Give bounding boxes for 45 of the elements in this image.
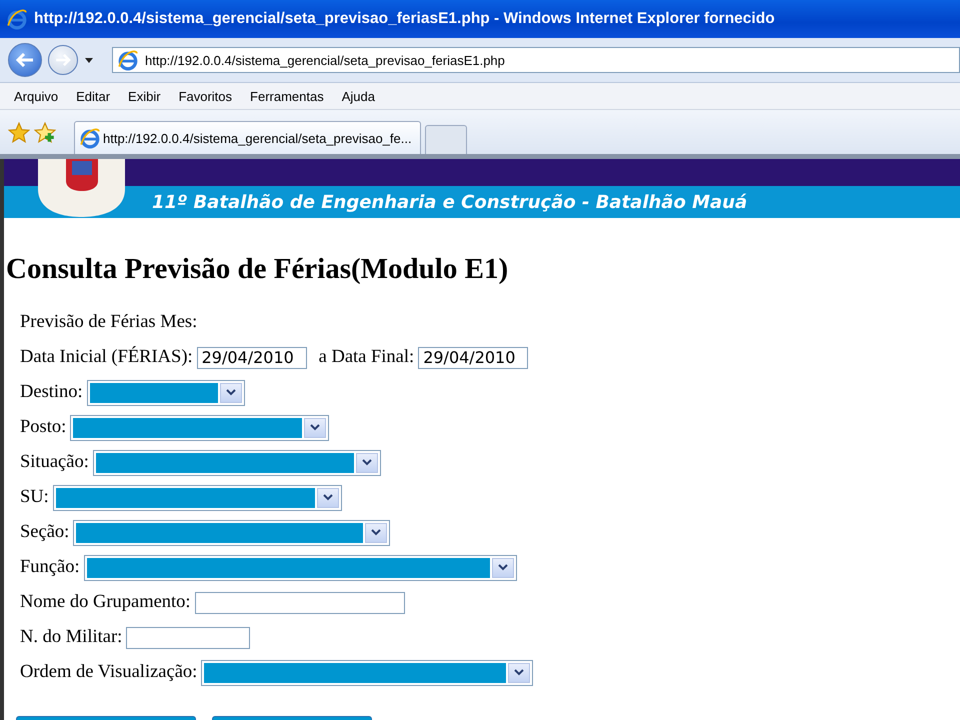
chevron-down-icon[interactable] [371,528,382,536]
chevron-down-icon[interactable] [226,388,236,396]
field-label: Ordem de Visualização: [20,662,198,683]
field-label: SU: [20,487,49,508]
back-button[interactable] [8,43,42,77]
input-field[interactable]: 29/04/2010 [418,346,528,368]
forward-button[interactable] [48,45,78,75]
chevron-down-icon[interactable] [514,668,524,676]
add-favorite-icon[interactable] [34,122,56,144]
browser-icon [79,127,101,149]
input-field[interactable]: 29/04/2010 [196,346,307,368]
input-field[interactable] [126,626,250,648]
address-field[interactable]: http://192.0.0.4/sistema_gerencial/seta_previsao_feriasE1.php [112,47,960,73]
field-label: Função: [20,557,80,578]
field-label: a Data Final: [318,347,414,368]
star-icon[interactable] [8,122,30,144]
chevron-down-icon[interactable] [310,424,320,432]
field-label: Posto: [20,417,66,438]
chevron-down-icon[interactable] [362,458,372,466]
browser-icon [6,8,28,30]
field-label: Situação: [20,452,89,473]
menu-item[interactable]: Ajuda [334,88,385,104]
dropdown-icon[interactable] [84,55,94,65]
browser-tab[interactable]: http://192.0.0.4/sistema_gerencial/seta_previsao_fe... [74,121,421,154]
page-icon [117,49,139,71]
page-heading: Consulta Previsão de Férias(Modulo E1) [6,252,510,287]
field-label: N. do Militar: [20,627,122,648]
menu-item[interactable]: Exibir [120,88,171,104]
chevron-down-icon[interactable] [322,494,333,502]
menu-item[interactable]: Editar [68,88,120,104]
menu-item[interactable]: Ferramentas [242,88,334,104]
menu-item[interactable]: Arquivo [6,88,68,104]
field-label: Data Inicial (FÉRIAS): [20,347,193,368]
field-label: Destino: [20,382,83,403]
field-label: Seção: [20,522,70,543]
field-label: Previsão de Férias Mes: [20,312,198,333]
window-title: http://192.0.0.4/sistema_gerencial/seta_previsao_feriasE1.php - Windows Internet Explorer fornecido [34,10,775,28]
arrow-right-icon [55,54,71,66]
arrow-left-icon [16,53,34,67]
chevron-down-icon[interactable] [498,564,508,572]
menu-item[interactable]: Favoritos [170,88,242,104]
banner-title: 11º Batalhão de Engenharia e Construção - Batalhão Mauá [152,192,748,212]
input-field[interactable] [194,592,405,614]
new-tab-button[interactable] [424,125,467,154]
field-label: Nome do Grupamento: [20,592,191,613]
